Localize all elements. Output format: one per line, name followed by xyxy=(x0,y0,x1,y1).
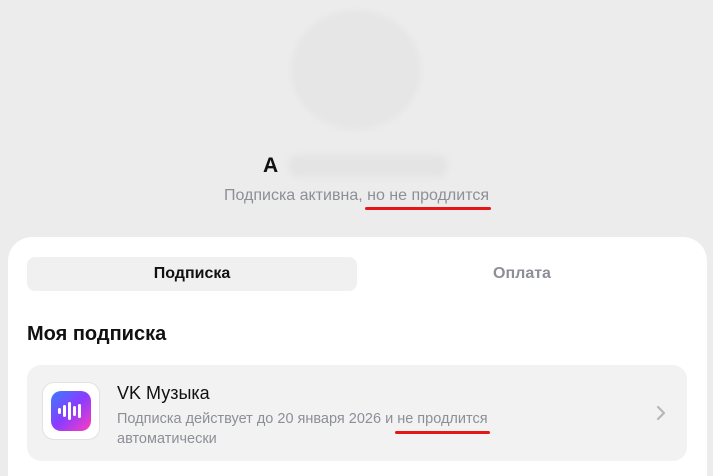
subscription-item[interactable]: VK Музыка Подписка действует до 20 январ… xyxy=(27,365,687,461)
section-title: Моя подписка xyxy=(27,323,167,345)
subscription-status-highlight: но не продлится xyxy=(365,187,491,210)
profile-name: А xyxy=(263,152,449,180)
subscription-status-text: Подписка активна, xyxy=(223,187,368,204)
vk-music-icon xyxy=(51,391,91,431)
chevron-right-icon xyxy=(656,405,666,421)
subscription-desc-text: Подписка действует до 20 января 2026 и xyxy=(117,411,398,427)
profile-header: А Подписка активна, но не продлится xyxy=(0,0,713,240)
subscription-description: Подписка действует до 20 января 2026 и н… xyxy=(117,409,617,449)
profile-name-redacted xyxy=(288,155,449,177)
subscription-card: Подписка Оплата Моя подписка VK Музыка П… xyxy=(8,237,707,476)
subscription-status: Подписка активна, но не продлится xyxy=(0,187,713,210)
tab-payment[interactable]: Оплата xyxy=(357,257,687,291)
app-icon-frame xyxy=(42,382,100,440)
subscription-name: VK Музыка xyxy=(117,383,210,403)
tab-subscription[interactable]: Подписка xyxy=(27,257,357,291)
profile-name-initial: А xyxy=(263,154,279,177)
tab-bar: Подписка Оплата xyxy=(27,257,687,291)
avatar xyxy=(291,10,421,130)
subscription-page: А Подписка активна, но не продлится Подп… xyxy=(0,0,713,476)
subscription-desc-suffix: автоматически xyxy=(117,431,217,447)
subscription-desc-highlight: не продлится xyxy=(395,411,490,434)
